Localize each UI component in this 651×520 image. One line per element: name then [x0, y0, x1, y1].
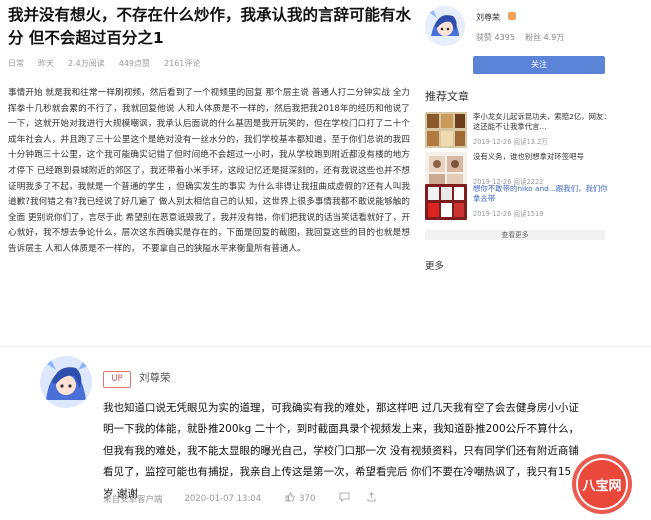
- recommend-date: 2019-12-26 阅读13.2万: [473, 138, 548, 146]
- meta-comments[interactable]: 2161评论: [164, 58, 200, 69]
- author-level-badge: [508, 12, 516, 20]
- likes-label: 获赞: [476, 33, 492, 42]
- meta-category[interactable]: 日常: [8, 58, 24, 69]
- meta-likes: 449点赞: [118, 59, 151, 68]
- up-badge: UP: [103, 371, 131, 388]
- recommend-title[interactable]: 没有义务，谁也别想拿对环签吧号: [473, 152, 611, 162]
- meta-date: 昨天: [38, 59, 54, 68]
- recommend-date: 2019-12-26 阅读1519: [473, 210, 544, 218]
- anime-avatar-icon: [40, 356, 92, 408]
- recommend-title[interactable]: 想你不敢带的niko and...跟我们，我们你拿去带: [473, 184, 611, 204]
- recommend-thumbnail[interactable]: [425, 184, 467, 220]
- divider: [0, 346, 651, 347]
- thumbnail-image-icon: [425, 184, 467, 220]
- author-avatar[interactable]: [425, 6, 465, 46]
- anime-avatar-icon: [425, 6, 465, 46]
- author-stats: 获赞 4395 粉丝 4.9万: [476, 32, 564, 43]
- recommend-title[interactable]: 李小龙女儿起诉昆功夫，索赔2亿，网友：这还能不让我拿代言...: [473, 112, 611, 132]
- recommend-thumbnail[interactable]: [425, 152, 467, 188]
- comment-text: 我也知道口说无凭眼见为实的道理，可我确实有我的难处，那这样吧 过几天我有空了会去…: [103, 402, 580, 500]
- reply-icon[interactable]: [339, 492, 350, 505]
- article-paragraph: 事情开始 就是我和往常一样刷视频，然后看到了一个视频里的回复 那个层主说 普通人…: [8, 88, 410, 254]
- recommend-item[interactable]: 想你不敢带的niko and...跟我们，我们你拿去带 2019-12-26 阅…: [425, 184, 615, 224]
- comment-time: 2020-01-07 13:04: [184, 493, 262, 504]
- thumbnail-image-icon: [425, 152, 467, 188]
- fans-count: 4.9万: [543, 33, 565, 42]
- article-meta: 日常 昨天 2.4万阅读 449点赞 2161评论: [8, 58, 200, 69]
- fans-label: 粉丝: [525, 33, 542, 42]
- recommend-thumbnail[interactable]: [425, 112, 467, 148]
- more-heading: 更多: [425, 261, 445, 272]
- commenter-name[interactable]: 刘尊荣: [139, 370, 171, 385]
- author-name[interactable]: 刘尊荣: [476, 12, 500, 23]
- share-icon[interactable]: [366, 492, 376, 505]
- recommend-heading: 推荐文章: [425, 90, 469, 103]
- commenter-avatar[interactable]: [40, 356, 92, 408]
- article-body: 事情开始 就是我和往常一样刷视频，然后看到了一个视频里的回复 那个层主说 普通人…: [8, 86, 410, 258]
- article-title: 我并没有想火，不存在什么炒作，我承认我的言辞可能有水分 但不会超过百分之1: [8, 6, 412, 47]
- view-more-button[interactable]: 查看更多: [425, 230, 605, 240]
- like-icon[interactable]: [285, 492, 295, 505]
- like-count: 370: [299, 493, 316, 504]
- meta-reads: 2.4万阅读: [68, 59, 105, 68]
- site-watermark-logo: 八宝网: [570, 452, 634, 516]
- recommend-item[interactable]: 李小龙女儿起诉昆功夫，索赔2亿，网友：这还能不让我拿代言... 2019-12-…: [425, 112, 615, 152]
- watermark-text: 八宝网: [581, 478, 621, 494]
- comment-source: 来自安卓客户端: [103, 494, 163, 505]
- comment-footer: 来自安卓客户端 2020-01-07 13:04 370: [103, 492, 376, 505]
- likes-count: 4395: [494, 33, 515, 42]
- thumbnail-image-icon: [425, 112, 467, 148]
- follow-button[interactable]: 关注: [473, 56, 605, 74]
- watermark-logo-icon: 八宝网: [572, 454, 632, 514]
- author-card: 刘尊荣 获赞 4395 粉丝 4.9万 关注: [425, 6, 605, 76]
